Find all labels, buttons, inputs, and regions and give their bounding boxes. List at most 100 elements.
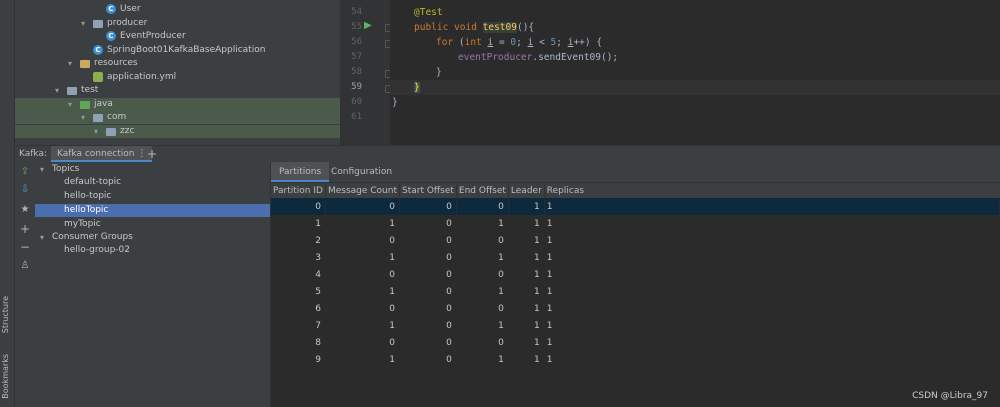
int-keyword: int xyxy=(464,37,488,48)
table-cell: 0 xyxy=(399,317,457,334)
tab-kafka-connection[interactable]: Kafka connection ⋮ xyxy=(51,146,153,162)
table-row[interactable]: 600011 xyxy=(271,300,1000,317)
table-cell: 1 xyxy=(544,232,1000,249)
tab-partitions[interactable]: Partitions xyxy=(271,162,330,182)
structure-side-tab[interactable]: Structure xyxy=(1,296,13,333)
tree-item-test[interactable]: ▾ test xyxy=(15,84,340,97)
col-end-offset[interactable]: End Offset xyxy=(456,183,509,198)
resources-folder-icon xyxy=(80,60,90,68)
table-cell: 0 xyxy=(456,300,509,317)
table-cell: 1 xyxy=(544,317,1000,334)
code-line-58: } xyxy=(390,65,1000,80)
method-call: .sendEvent09(); xyxy=(532,52,619,63)
consumer-group-item[interactable]: hello-group-02 xyxy=(35,244,270,257)
class-icon: C xyxy=(106,31,116,41)
table-cell: 1 xyxy=(456,351,509,368)
table-cell: 0 xyxy=(325,334,401,351)
col-message-count[interactable]: Message Count xyxy=(325,183,401,198)
chevron-down-icon[interactable]: ▾ xyxy=(68,98,72,111)
chevron-down-icon[interactable]: ▾ xyxy=(40,231,44,244)
table-cell: 1 xyxy=(508,232,545,249)
table-cell: 1 xyxy=(456,249,509,266)
clear-icon[interactable]: ♙ xyxy=(19,260,31,271)
table-cell: 0 xyxy=(399,249,457,266)
field-reference: eventProducer xyxy=(458,52,533,63)
code-line-56: for (int i = 0; i < 5; i++) { xyxy=(390,35,1000,50)
topic-item[interactable]: myTopic xyxy=(35,218,270,231)
code-editor[interactable]: @Test public void test09(){ for (int i =… xyxy=(390,0,1000,145)
table-cell: 0 xyxy=(399,198,457,215)
chevron-down-icon[interactable]: ▾ xyxy=(68,57,72,70)
tree-item-label: application.yml xyxy=(107,72,177,82)
chevron-down-icon[interactable]: ▾ xyxy=(40,163,44,176)
table-row[interactable]: 200011 xyxy=(271,232,1000,249)
tree-item-springboot01kafkabaseapplication[interactable]: C SpringBoot01KafkaBaseApplication xyxy=(15,44,340,57)
table-cell: 7 xyxy=(271,317,326,334)
table-row[interactable]: 310111 xyxy=(271,249,1000,266)
topic-item[interactable]: default-topic xyxy=(35,176,270,189)
table-row[interactable]: 710111 xyxy=(271,317,1000,334)
table-cell: 1 xyxy=(544,300,1000,317)
line-number: 57 xyxy=(351,52,362,62)
tree-item-user[interactable]: C User xyxy=(15,3,340,16)
table-row[interactable]: 110111 xyxy=(271,215,1000,232)
folder-icon xyxy=(93,114,103,122)
tree-item-application-yml[interactable]: application.yml xyxy=(15,71,340,84)
remove-icon[interactable]: − xyxy=(19,240,31,254)
method-signature-rest: (){ xyxy=(516,22,535,33)
table-cell: 1 xyxy=(325,351,401,368)
col-leader[interactable]: Leader xyxy=(508,183,545,198)
bookmarks-side-tab[interactable]: Bookmarks xyxy=(1,354,13,399)
download-icon[interactable]: ⇩ xyxy=(19,184,31,195)
tree-item-java[interactable]: ▾ java xyxy=(15,98,340,111)
col-replicas[interactable]: Replicas xyxy=(544,183,1000,198)
table-cell: 0 xyxy=(399,232,457,249)
tree-item-zzc[interactable]: ▾ zzc xyxy=(15,125,340,138)
code-token: ; xyxy=(516,37,528,48)
col-start-offset[interactable]: Start Offset xyxy=(399,183,457,198)
consumer-groups-node[interactable]: ▾ Consumer Groups xyxy=(35,231,270,244)
tab-configuration[interactable]: Configuration xyxy=(323,162,400,182)
topic-item[interactable]: hello-topic xyxy=(35,190,270,203)
tab-menu-icon[interactable]: ⋮ xyxy=(137,149,146,159)
table-cell: 1 xyxy=(325,215,401,232)
col-partition-id[interactable]: Partition ID xyxy=(271,183,326,198)
chevron-down-icon[interactable]: ▾ xyxy=(81,17,85,30)
table-row[interactable]: 800011 xyxy=(271,334,1000,351)
code-line-55: public void test09(){ xyxy=(390,20,1000,35)
table-row[interactable]: 910111 xyxy=(271,351,1000,368)
table-cell: 0 xyxy=(399,334,457,351)
favorite-star-icon[interactable]: ★ xyxy=(19,204,31,215)
table-cell: 6 xyxy=(271,300,326,317)
table-cell: 0 xyxy=(399,300,457,317)
line-number: 59 xyxy=(351,82,362,92)
line-number: 55 xyxy=(351,22,362,32)
table-cell: 1 xyxy=(456,215,509,232)
tree-item-producer[interactable]: ▾ producer xyxy=(15,17,340,30)
chevron-down-icon[interactable]: ▾ xyxy=(81,111,85,124)
table-row[interactable]: 000011 xyxy=(271,198,1000,215)
kafka-tree-label: helloTopic xyxy=(64,205,109,215)
add-tab-button[interactable]: + xyxy=(147,146,157,162)
topics-node[interactable]: ▾ Topics xyxy=(35,163,270,176)
upload-icon[interactable]: ⇪ xyxy=(19,166,31,177)
run-test-icon[interactable]: ▶ xyxy=(364,20,372,31)
tree-item-com[interactable]: ▾ com xyxy=(15,111,340,124)
chevron-down-icon[interactable]: ▾ xyxy=(55,84,59,97)
code-line-59: } xyxy=(390,80,1000,95)
table-row[interactable]: 510111 xyxy=(271,283,1000,300)
chevron-down-icon[interactable]: ▾ xyxy=(94,125,98,138)
table-cell: 0 xyxy=(325,232,401,249)
tab-label: Kafka connection xyxy=(57,149,135,159)
table-row[interactable]: 400011 xyxy=(271,266,1000,283)
table-cell: 5 xyxy=(271,283,326,300)
topic-item[interactable]: helloTopic xyxy=(35,204,270,217)
add-icon[interactable]: + xyxy=(19,222,31,236)
table-cell: 0 xyxy=(325,266,401,283)
table-cell: 1 xyxy=(508,249,545,266)
tree-item-eventproducer[interactable]: C EventProducer xyxy=(15,30,340,43)
tree-item-label: producer xyxy=(107,18,148,28)
table-cell: 1 xyxy=(508,300,545,317)
table-cell: 0 xyxy=(456,334,509,351)
tree-item-resources[interactable]: ▾ resources xyxy=(15,57,340,70)
